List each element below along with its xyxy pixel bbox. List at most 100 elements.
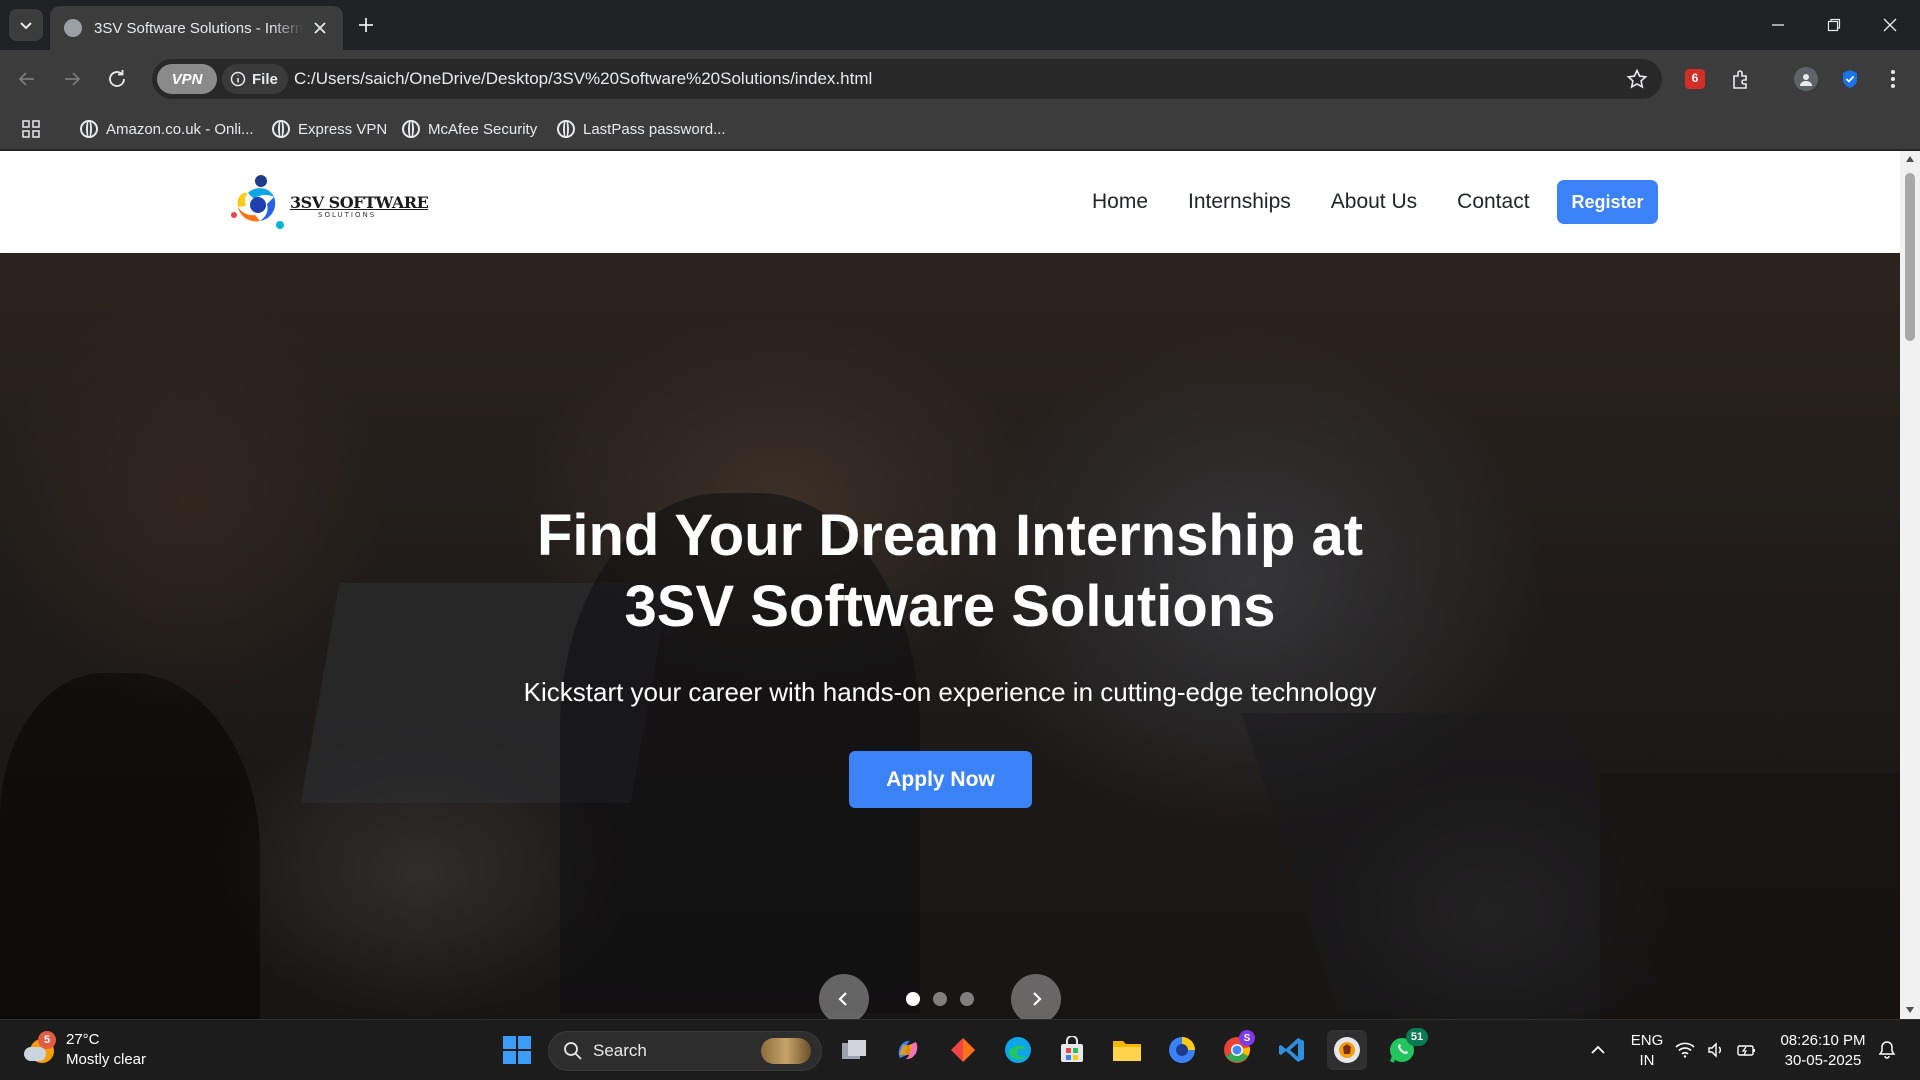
carousel-prev-button[interactable] bbox=[819, 974, 869, 1019]
bookmark-item[interactable]: Express VPN bbox=[272, 108, 387, 150]
restore-button[interactable] bbox=[1806, 0, 1862, 50]
apply-now-button[interactable]: Apply Now bbox=[849, 751, 1032, 808]
weather-widget[interactable]: 5 27°C Mostly clear bbox=[22, 1030, 146, 1070]
security-extension[interactable] bbox=[1835, 64, 1865, 94]
reload-icon bbox=[109, 70, 125, 87]
store-button[interactable] bbox=[1052, 1030, 1092, 1070]
windows-taskbar: 5 27°C Mostly clear Search S 51 ENG IN 0… bbox=[0, 1019, 1920, 1080]
carousel-next-button[interactable] bbox=[1011, 974, 1061, 1019]
bookmark-star-button[interactable] bbox=[1626, 68, 1648, 95]
speaker-icon bbox=[1708, 1042, 1721, 1058]
logo-text: 3SV SOFTWARE bbox=[290, 192, 429, 212]
weather-badge: 5 bbox=[38, 1031, 56, 1049]
bookmarks-bar: Amazon.co.uk - Onli... Express VPN McAfe… bbox=[0, 108, 1920, 150]
moon-cloud-icon: 5 bbox=[22, 1031, 56, 1067]
globe-icon bbox=[64, 19, 82, 37]
page-scrollbar[interactable] bbox=[1900, 151, 1920, 1019]
lastpass-extension[interactable]: 6 bbox=[1680, 64, 1710, 94]
start-button[interactable] bbox=[497, 1030, 537, 1070]
bookmark-item[interactable]: LastPass password... bbox=[557, 108, 726, 150]
app-button[interactable] bbox=[943, 1030, 983, 1070]
close-window-button[interactable] bbox=[1862, 0, 1918, 50]
site-navbar: 3SV SOFTWARE SOLUTIONS Home Internships … bbox=[0, 151, 1900, 253]
search-highlight-image bbox=[761, 1038, 811, 1064]
bell-icon bbox=[1878, 1041, 1896, 1059]
file-explorer-button[interactable] bbox=[1107, 1030, 1147, 1070]
carousel-dot[interactable] bbox=[933, 992, 947, 1006]
lang-line1: ENG bbox=[1630, 1032, 1664, 1049]
hero-carousel: Find Your Dream Internship at 3SV Softwa… bbox=[0, 253, 1900, 1019]
back-button[interactable] bbox=[9, 61, 45, 97]
vpn-chip[interactable]: VPN bbox=[157, 64, 217, 94]
bookmark-item[interactable]: McAfee Security bbox=[402, 108, 537, 150]
system-tray-status[interactable] bbox=[1671, 1030, 1761, 1070]
globe-icon bbox=[80, 120, 98, 138]
profile-button[interactable] bbox=[1791, 64, 1821, 94]
notifications-button[interactable] bbox=[1870, 1030, 1904, 1070]
nav-link-internships[interactable]: Internships bbox=[1188, 190, 1291, 214]
extensions-button[interactable] bbox=[1726, 64, 1756, 94]
browser-shield-icon bbox=[1334, 1037, 1360, 1063]
whatsapp-badge: 51 bbox=[1406, 1028, 1428, 1046]
language-indicator[interactable]: ENG IN bbox=[1625, 1031, 1669, 1071]
address-bar[interactable]: VPN File C:/Users/saich/OneDrive/Desktop… bbox=[152, 59, 1662, 99]
close-icon bbox=[1883, 18, 1897, 32]
chrome-button[interactable]: S bbox=[1217, 1030, 1257, 1070]
globe-icon bbox=[402, 120, 420, 138]
chevron-up-icon bbox=[1591, 1045, 1605, 1054]
search-icon bbox=[564, 1042, 582, 1060]
apps-grid-icon bbox=[22, 120, 40, 138]
new-tab-button[interactable] bbox=[352, 11, 380, 39]
nav-link-home[interactable]: Home bbox=[1092, 190, 1148, 214]
file-label: File bbox=[252, 70, 278, 88]
vscode-button[interactable] bbox=[1272, 1030, 1312, 1070]
url-text[interactable]: C:/Users/saich/OneDrive/Desktop/3SV%20So… bbox=[294, 59, 872, 99]
shield-check-icon bbox=[1843, 70, 1857, 88]
bookmark-item[interactable]: Amazon.co.uk - Onli... bbox=[80, 108, 254, 150]
apps-button[interactable] bbox=[22, 108, 40, 150]
star-icon bbox=[1626, 68, 1648, 89]
reload-button[interactable] bbox=[99, 61, 135, 97]
plus-icon bbox=[359, 18, 373, 32]
nav-link-about-us[interactable]: About Us bbox=[1331, 190, 1417, 214]
scrollbar-thumb[interactable] bbox=[1905, 173, 1915, 341]
carousel-dot[interactable] bbox=[906, 992, 920, 1006]
bookmark-label: Amazon.co.uk - Onli... bbox=[106, 120, 254, 138]
clock[interactable]: 08:26:10 PM 30-05-2025 bbox=[1778, 1031, 1868, 1071]
bookmark-label: McAfee Security bbox=[428, 120, 538, 138]
weather-temp: 27°C bbox=[66, 1031, 100, 1048]
taskbar-search[interactable]: Search bbox=[548, 1031, 822, 1071]
forward-button[interactable] bbox=[54, 61, 90, 97]
browser-toolbar: VPN File C:/Users/saich/OneDrive/Desktop… bbox=[0, 50, 1920, 108]
app-button[interactable] bbox=[1162, 1030, 1202, 1070]
extension-badge: 6 bbox=[1688, 71, 1702, 85]
site-info-chip[interactable]: File bbox=[222, 64, 288, 94]
scroll-down-icon[interactable] bbox=[1905, 1006, 1915, 1014]
hero-title-line: Find Your Dream Internship at bbox=[536, 503, 1364, 568]
whatsapp-button[interactable]: 51 bbox=[1382, 1028, 1428, 1070]
arrow-left-icon bbox=[18, 72, 34, 86]
carousel-dot[interactable] bbox=[960, 992, 974, 1006]
menu-button[interactable] bbox=[1878, 64, 1908, 94]
site-logo[interactable]: 3SV SOFTWARE SOLUTIONS bbox=[228, 171, 429, 233]
hero-subtitle: Kickstart your career with hands-on expe… bbox=[523, 677, 1377, 707]
edge-icon bbox=[1005, 1037, 1031, 1063]
tray-overflow-button[interactable] bbox=[1578, 1030, 1618, 1070]
copilot-button[interactable] bbox=[888, 1030, 928, 1070]
tab-search-button[interactable] bbox=[9, 9, 43, 41]
task-view-button[interactable] bbox=[834, 1030, 874, 1070]
chevron-down-icon bbox=[20, 22, 32, 30]
diamond-app-icon bbox=[951, 1038, 975, 1062]
brave-button[interactable] bbox=[1327, 1030, 1367, 1070]
minimize-button[interactable] bbox=[1750, 0, 1806, 50]
edge-button[interactable] bbox=[998, 1030, 1038, 1070]
battery-charging-icon bbox=[1737, 1045, 1755, 1056]
scroll-up-icon[interactable] bbox=[1905, 155, 1915, 163]
chrome-profile-badge: S bbox=[1239, 1030, 1255, 1046]
nav-link-contact[interactable]: Contact bbox=[1457, 190, 1529, 214]
browser-tab-active[interactable]: 3SV Software Solutions - Internships bbox=[50, 6, 343, 50]
tab-close-button[interactable] bbox=[309, 17, 331, 39]
main-nav: Home Internships About Us Contact bbox=[1092, 151, 1530, 253]
register-button[interactable]: Register bbox=[1557, 180, 1658, 224]
weather-desc: Mostly clear bbox=[66, 1051, 147, 1068]
